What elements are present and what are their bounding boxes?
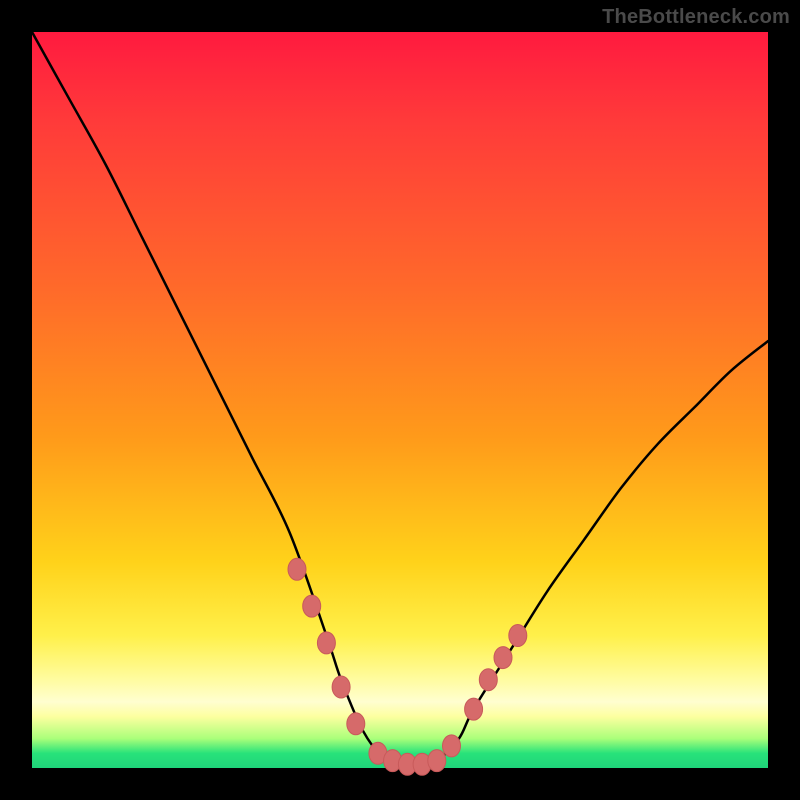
watermark-text: TheBottleneck.com — [602, 6, 790, 29]
curve-marker — [509, 625, 527, 647]
curve-marker — [332, 676, 350, 698]
bottleneck-curve — [32, 32, 768, 768]
curve-marker — [303, 595, 321, 617]
curve-marker — [494, 647, 512, 669]
curve-line — [32, 32, 768, 769]
curve-marker — [347, 713, 365, 735]
curve-marker — [479, 669, 497, 691]
curve-marker — [288, 558, 306, 580]
curve-markers — [288, 558, 527, 775]
plot-area — [32, 32, 768, 768]
chart-frame: TheBottleneck.com — [0, 0, 800, 800]
curve-marker — [465, 698, 483, 720]
curve-marker — [443, 735, 461, 757]
curve-marker — [428, 750, 446, 772]
curve-marker — [317, 632, 335, 654]
